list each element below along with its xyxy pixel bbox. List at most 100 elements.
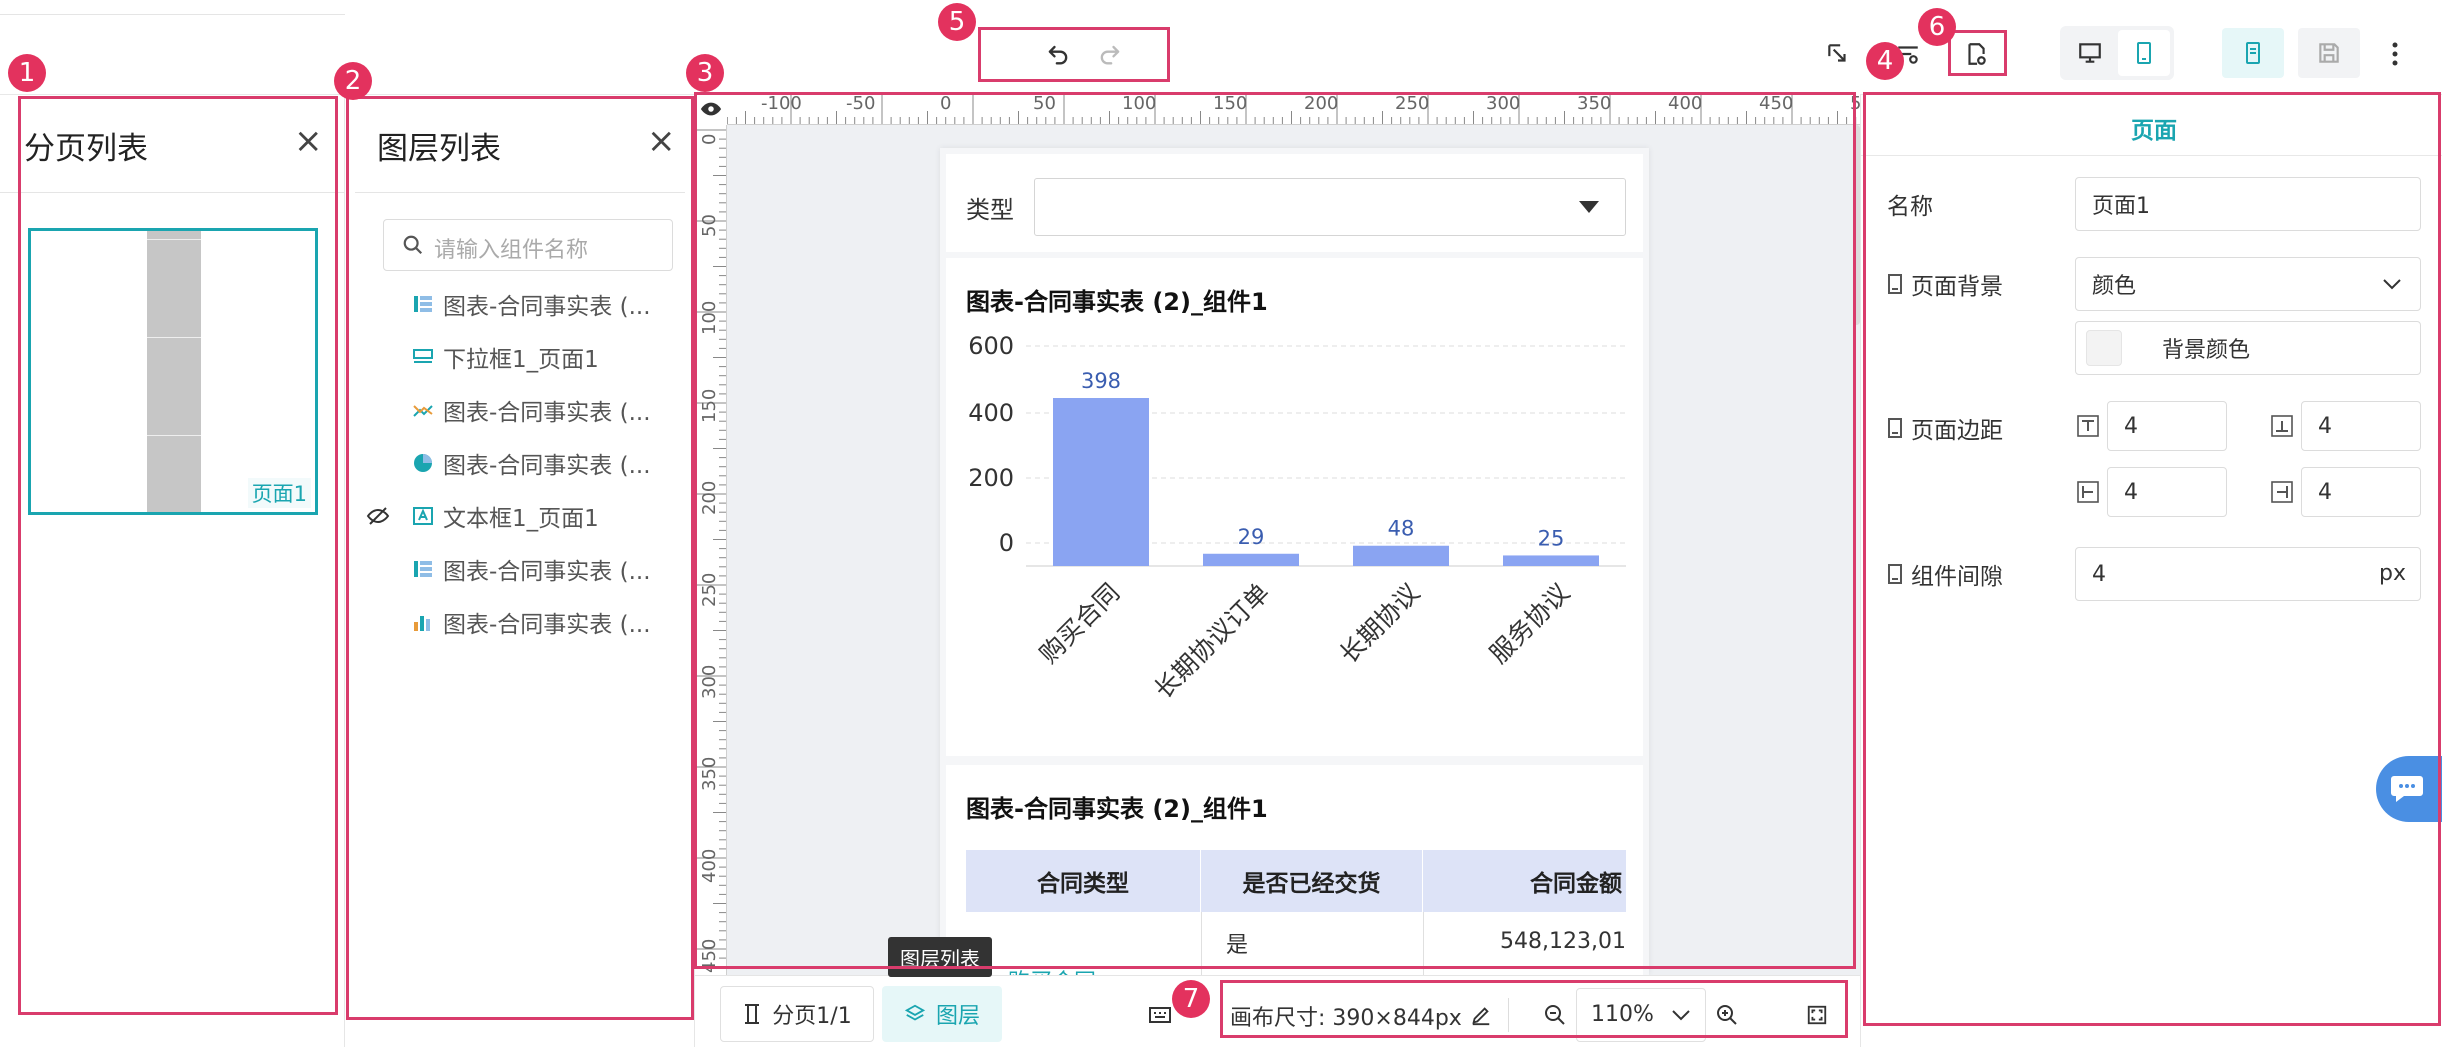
table-cell: 548,123,01 <box>1500 929 1626 954</box>
chevron-down-icon <box>2383 279 2401 290</box>
ruler-label: 450 <box>1759 93 1794 114</box>
textbox-icon <box>413 507 433 525</box>
bar-value-label: 29 <box>1238 525 1265 549</box>
margin-left-icon <box>2077 481 2099 503</box>
page-list-divider <box>0 192 345 193</box>
badge-2: 2 <box>334 62 372 100</box>
mobile-view-button[interactable] <box>2118 30 2170 76</box>
page-thumbnail[interactable]: 页面1 <box>28 228 318 515</box>
component-gap-text: 组件间隙 <box>1911 564 2003 590</box>
mobile-small-icon <box>1888 564 1902 584</box>
vertical-ruler: 0 50 100 150 200 250 300 350 400 450 <box>695 125 727 975</box>
zoom-in-icon <box>1717 1005 1737 1025</box>
margin-left-input[interactable]: 4 <box>2107 467 2227 517</box>
background-type-select[interactable]: 颜色 <box>2075 257 2421 311</box>
mobile-small-icon <box>1888 418 1902 438</box>
page-switch-icon <box>745 1004 760 1024</box>
table-header: 合同类型 是否已经交货 合同金额 <box>966 850 1626 912</box>
fit-screen-icon <box>1807 1005 1827 1025</box>
preview-icon <box>2246 42 2260 64</box>
filter-card[interactable]: 类型 <box>946 154 1643 252</box>
zoom-out-button[interactable] <box>1538 998 1572 1032</box>
zoom-select[interactable]: 110% <box>1576 988 1706 1042</box>
table-header-cell: 是否已经交货 <box>1201 850 1423 912</box>
keyboard-icon <box>1149 1007 1171 1023</box>
background-color-label: 背景颜色 <box>2162 338 2251 363</box>
dropdown-icon <box>413 349 433 363</box>
layer-list-title: 图层列表 <box>377 131 501 167</box>
component-gap-unit: px <box>2379 561 2406 586</box>
page-settings-button[interactable] <box>1956 34 1996 74</box>
desktop-view-button[interactable] <box>2064 30 2116 76</box>
layer-item-label: 下拉框1_页面1 <box>443 347 599 373</box>
properties-panel: 页面 名称 页面1 页面背景 颜色 背景颜色 页面边距 4 4 4 4 组件间隙… <box>1860 95 2442 1047</box>
bar[interactable] <box>1203 553 1299 566</box>
filter-select[interactable] <box>1034 178 1626 236</box>
ruler-label: 50 <box>699 214 720 237</box>
layer-items: 图表-合同事实表 (... 下拉框1_页面1 图表-合同事实表 (... 图表-… <box>345 278 695 658</box>
canvas-scrollbar[interactable] <box>1853 125 1860 325</box>
chart-title: 图表-合同事实表 (2)_组件1 <box>966 288 1268 316</box>
component-gap-label: 组件间隙 <box>1887 557 2003 591</box>
bar[interactable] <box>1353 545 1449 566</box>
tab-page[interactable]: 页面 <box>2131 111 2177 145</box>
edit-canvas-size-button[interactable] <box>1464 998 1498 1032</box>
chat-assistant-button[interactable] <box>2376 756 2442 822</box>
fit-screen-button[interactable] <box>1800 998 1834 1032</box>
bar[interactable] <box>1053 398 1149 566</box>
margin-top-input[interactable]: 4 <box>2107 401 2227 451</box>
layer-list-panel: 图层列表 × 请输入组件名称 图表-合同事实表 (... 下拉框1_页面1 图表… <box>345 95 695 1047</box>
ruler-label: 150 <box>1213 93 1248 114</box>
page-background-text: 页面背景 <box>1911 274 2003 300</box>
redo-button[interactable] <box>1090 34 1130 74</box>
layer-item-label: 图表-合同事实表 (... <box>443 612 651 638</box>
ruler-label: 300 <box>699 664 720 699</box>
bar[interactable] <box>1503 555 1599 566</box>
name-label: 名称 <box>1887 194 1933 220</box>
margin-bottom-input[interactable]: 4 <box>2301 401 2421 451</box>
undo-button[interactable] <box>1038 34 1078 74</box>
table-cell: 是 <box>1226 933 1249 958</box>
zoom-value: 110% <box>1591 1002 1654 1027</box>
select-tool-button[interactable] <box>1818 34 1858 74</box>
bar-chart-card[interactable]: 图表-合同事实表 (2)_组件1 0 200 400 600 398 购买合同 29 长期协议… <box>946 258 1643 756</box>
badge-5: 5 <box>938 3 976 41</box>
page-list-close-button[interactable]: × <box>294 121 323 161</box>
ruler-label: 350 <box>1577 93 1612 114</box>
layer-item-label: 图表-合同事实表 (... <box>443 453 651 479</box>
table-icon <box>414 561 432 577</box>
layer-list-close-button[interactable]: × <box>647 121 676 161</box>
name-input[interactable]: 页面1 <box>2075 177 2421 231</box>
ruler-label: -50 <box>846 93 876 114</box>
component-gap-value: 4 <box>2092 561 2106 587</box>
more-menu-button[interactable] <box>2380 34 2410 74</box>
ruler-v-labels: 0 50 100 150 200 250 300 350 400 450 <box>695 125 726 975</box>
divider <box>1508 998 1509 1032</box>
table-header-cell: 合同类型 <box>966 850 1201 912</box>
hidden-eye-icon[interactable] <box>365 504 391 528</box>
component-gap-input[interactable]: 4 px <box>2075 547 2421 601</box>
mobile-small-icon <box>1888 274 1902 294</box>
layer-search-input[interactable]: 请输入组件名称 <box>434 232 588 264</box>
ruler-label: 0 <box>699 133 720 145</box>
ruler-corner[interactable] <box>695 93 727 125</box>
background-color-picker[interactable]: 背景颜色 <box>2075 321 2421 375</box>
tab-divider <box>1861 155 2442 156</box>
layers-button[interactable]: 图层 <box>882 986 1002 1042</box>
ruler-label: 5 <box>1850 93 1860 114</box>
save-button[interactable] <box>2298 28 2360 78</box>
zoom-in-button[interactable] <box>1710 998 1744 1032</box>
canvas-size-label: 画布尺寸: 390×844px <box>1230 1006 1462 1031</box>
page-switch-button[interactable]: 分页1/1 <box>720 986 874 1042</box>
margin-top-icon <box>2077 415 2099 437</box>
filter-label: 类型 <box>966 196 1014 224</box>
page-margin-text: 页面边距 <box>1911 418 2003 444</box>
preview-button[interactable] <box>2222 28 2284 78</box>
table-card[interactable]: 图表-合同事实表 (2)_组件1 合同类型 是否已经交货 合同金额 是 548,… <box>946 765 1643 975</box>
table-cell-link[interactable]: 购买合同 <box>1008 964 1096 975</box>
redo-icon <box>1100 45 1120 65</box>
layers-label: 图层 <box>935 1004 980 1029</box>
layer-search[interactable]: 请输入组件名称 <box>383 219 673 271</box>
margin-right-input[interactable]: 4 <box>2301 467 2421 517</box>
ruler-label: 200 <box>1304 93 1339 114</box>
